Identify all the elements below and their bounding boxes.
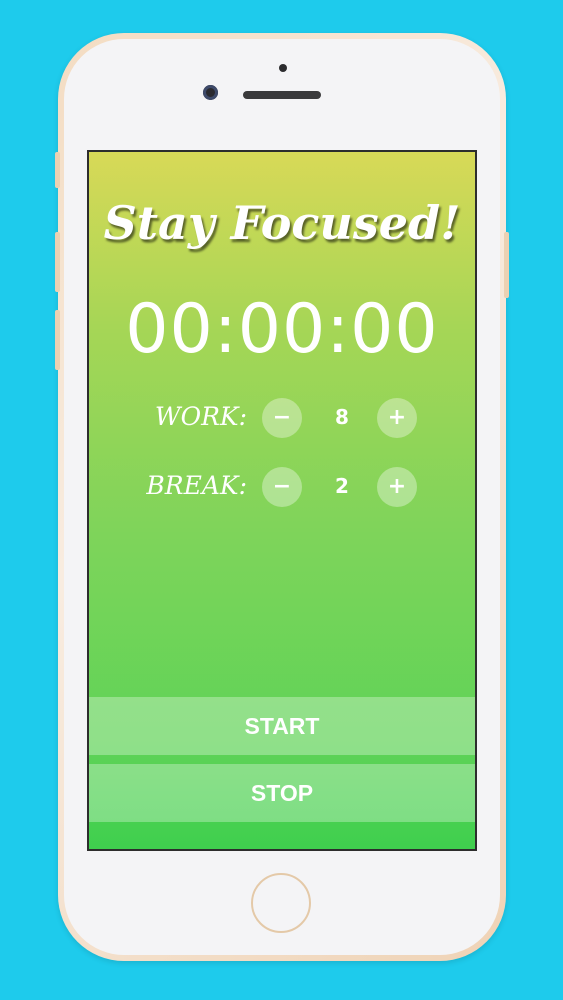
work-decrement-button[interactable]: − — [262, 398, 302, 438]
break-label: BREAK: — [146, 471, 247, 500]
app-screen: Stay Focused! 00:00:00 WORK: − 8 + BREAK… — [87, 150, 477, 851]
break-row: BREAK: − 2 + — [89, 467, 475, 507]
volume-down-button — [55, 310, 60, 370]
work-value: 8 — [335, 405, 349, 429]
app-title: Stay Focused! — [103, 196, 461, 250]
work-increment-button[interactable]: + — [377, 398, 417, 438]
break-value: 2 — [335, 474, 349, 498]
power-button — [504, 232, 509, 298]
volume-up-button — [55, 232, 60, 292]
break-increment-button[interactable]: + — [377, 467, 417, 507]
earpiece-speaker — [243, 91, 321, 99]
work-label: WORK: — [154, 402, 247, 431]
proximity-sensor — [279, 64, 287, 72]
break-decrement-button[interactable]: − — [262, 467, 302, 507]
work-row: WORK: − 8 + — [89, 398, 475, 438]
home-button[interactable] — [251, 873, 311, 933]
mute-switch — [55, 152, 60, 188]
timer-display: 00:00:00 — [125, 290, 439, 369]
stop-button[interactable]: STOP — [89, 764, 475, 822]
front-camera-icon — [203, 85, 218, 100]
start-button[interactable]: START — [89, 697, 475, 755]
